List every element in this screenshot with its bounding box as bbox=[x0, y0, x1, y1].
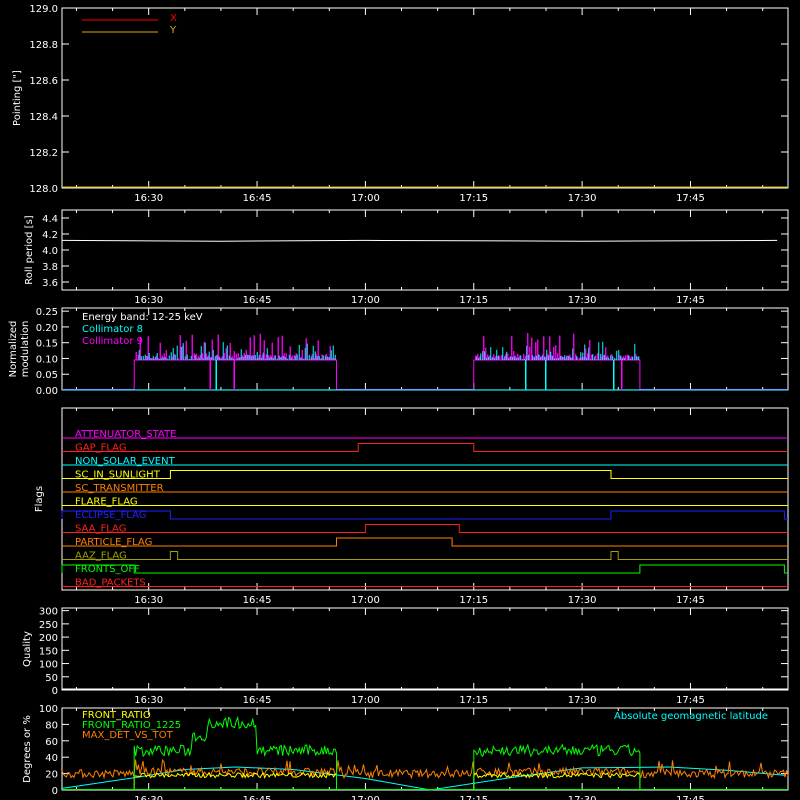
time-tick-label: 16:30 bbox=[134, 193, 163, 204]
time-tick-label: 17:30 bbox=[568, 295, 597, 306]
y-tick-label: 250 bbox=[39, 620, 58, 631]
y-axis-label-group: Roll period [s] bbox=[24, 215, 35, 284]
y-tick-label: 100 bbox=[39, 660, 58, 671]
y-axis-label-group: Quality bbox=[22, 631, 33, 667]
y-tick-label: 128.8 bbox=[29, 40, 58, 51]
y-tick-label: 0.10 bbox=[36, 354, 58, 365]
y-tick-label: 150 bbox=[39, 646, 58, 657]
time-tick-label: 16:30 bbox=[134, 295, 163, 306]
y-axis-label: Normalized bbox=[8, 321, 19, 378]
legend-modulation-1: Collimator 8 bbox=[82, 324, 143, 335]
y-axis-label: Roll period [s] bbox=[24, 215, 35, 284]
y-tick-label: 40 bbox=[45, 753, 58, 764]
y-tick-label: 0.05 bbox=[36, 370, 58, 381]
y-axis-label: modulation bbox=[20, 321, 31, 378]
y-axis-label: Quality bbox=[22, 631, 33, 667]
time-tick-label: 17:45 bbox=[676, 295, 705, 306]
y-tick-label: 100 bbox=[39, 704, 58, 715]
latitude-annotation: Absolute geomagnetic latitude bbox=[614, 711, 768, 722]
time-tick-label: 17:45 bbox=[676, 795, 705, 800]
time-tick-label: 17:30 bbox=[568, 193, 597, 204]
rhessi-observing-summary-chart: 16:30 16:45 17:00 17:15 17:30 17:45 129.0 128.8… bbox=[0, 0, 800, 800]
y-tick-label: 4.0 bbox=[42, 246, 58, 257]
y-tick-label: 80 bbox=[45, 720, 58, 731]
time-tick-label: 16:45 bbox=[243, 795, 272, 800]
y-tick-label: 128.2 bbox=[29, 148, 58, 159]
y-tick-label: 200 bbox=[39, 633, 58, 644]
time-tick-label: 17:45 bbox=[676, 595, 705, 606]
time-tick-label: 17:45 bbox=[676, 193, 705, 204]
y-axis-label-group: Pointing ["] bbox=[12, 70, 23, 126]
time-tick-label: 17:45 bbox=[676, 695, 705, 706]
flag-label-eclipse-flag: ECLIPSE_FLAG bbox=[75, 510, 146, 521]
time-tick-label: 17:30 bbox=[568, 695, 597, 706]
legend-modulation-0: Energy band: 12-25 keV bbox=[82, 312, 203, 323]
y-tick-label: 129.0 bbox=[29, 4, 58, 15]
time-tick-label: 16:30 bbox=[134, 595, 163, 606]
y-axis-label-group: Normalized modulation bbox=[8, 321, 31, 378]
time-tick-label: 17:15 bbox=[459, 295, 488, 306]
y-tick-label: 0.20 bbox=[36, 323, 58, 334]
time-tick-label: 16:45 bbox=[243, 595, 272, 606]
flag-label-fronts-off: FRONTS_OFF bbox=[75, 564, 140, 575]
time-tick-label: 16:45 bbox=[243, 193, 272, 204]
time-tick-label: 17:30 bbox=[568, 595, 597, 606]
background bbox=[0, 0, 800, 800]
legend-ratio-2: MAX_DET_VS_TOT bbox=[82, 730, 174, 741]
y-tick-label: 128.4 bbox=[29, 112, 58, 123]
time-tick-label: 17:15 bbox=[459, 795, 488, 800]
y-axis-label: Pointing ["] bbox=[12, 70, 23, 126]
y-tick-label: 300 bbox=[39, 607, 58, 618]
time-tick-label: 16:45 bbox=[243, 695, 272, 706]
legend-label-y: Y bbox=[169, 25, 177, 36]
time-tick-label: 17:00 bbox=[351, 193, 380, 204]
time-tick-label: 16:45 bbox=[243, 295, 272, 306]
time-tick-label: 17:00 bbox=[351, 795, 380, 800]
time-tick-label: 17:00 bbox=[351, 295, 380, 306]
y-tick-label: 0.25 bbox=[36, 307, 58, 318]
time-tick-label: 17:00 bbox=[351, 595, 380, 606]
y-tick-label: 3.8 bbox=[42, 262, 58, 273]
time-tick-label: 17:15 bbox=[459, 193, 488, 204]
time-tick-label: 17:30 bbox=[568, 795, 597, 800]
y-tick-label: 0 bbox=[52, 786, 58, 797]
y-axis-label: Flags bbox=[34, 486, 45, 512]
y-axis-label: Degrees or % bbox=[22, 715, 33, 783]
roll-period-line bbox=[61, 239, 778, 242]
y-tick-label: 0 bbox=[52, 686, 58, 697]
y-tick-label: 4.2 bbox=[42, 230, 58, 241]
y-axis-label-group: Degrees or % bbox=[22, 715, 33, 783]
y-tick-label: 50 bbox=[45, 673, 58, 684]
time-tick-label: 16:30 bbox=[134, 795, 163, 800]
legend-label-x: X bbox=[170, 13, 177, 24]
y-tick-label: 128.0 bbox=[29, 184, 58, 195]
time-tick-label: 17:15 bbox=[459, 695, 488, 706]
y-tick-label: 60 bbox=[45, 737, 58, 748]
legend-modulation-2: Collimator 9 bbox=[82, 336, 143, 347]
y-tick-label: 4.4 bbox=[42, 214, 58, 225]
y-tick-label: 0.00 bbox=[36, 386, 58, 397]
time-tick-label: 17:00 bbox=[351, 695, 380, 706]
y-tick-label: 128.6 bbox=[29, 76, 58, 87]
time-tick-label: 16:30 bbox=[134, 695, 163, 706]
y-axis-label-group: Flags bbox=[34, 486, 45, 512]
time-tick-label: 17:15 bbox=[459, 595, 488, 606]
y-tick-label: 20 bbox=[45, 770, 58, 781]
y-tick-label: 0.15 bbox=[36, 339, 58, 350]
y-tick-label: 3.6 bbox=[42, 278, 58, 289]
